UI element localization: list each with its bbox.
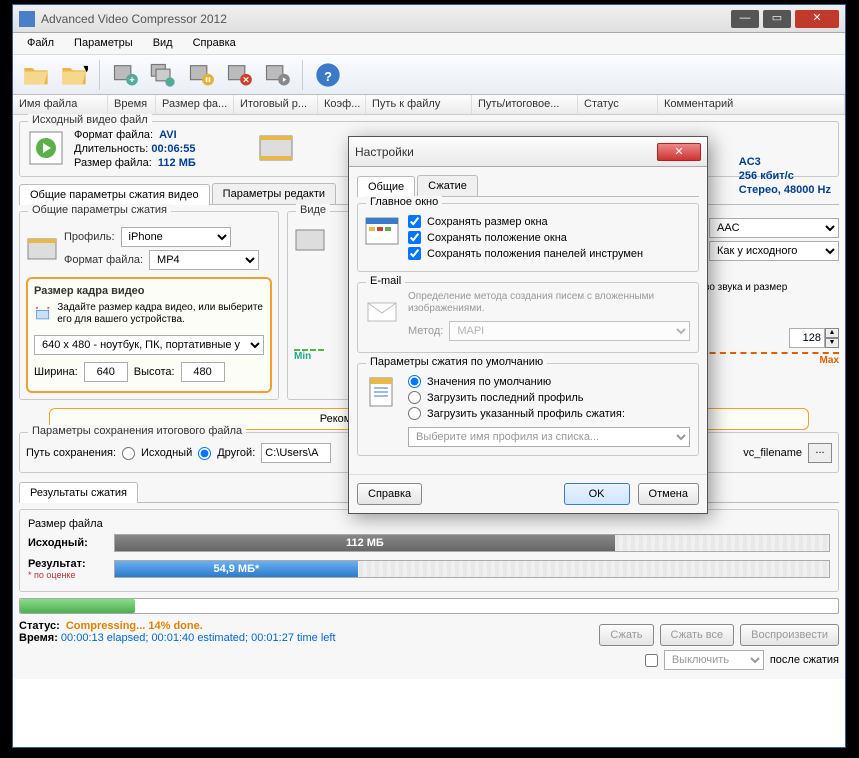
dialog-help-button[interactable]: Справка — [357, 483, 422, 505]
last-profile-radio[interactable] — [408, 391, 421, 404]
email-fieldset: E-mail Определение метода создания писем… — [357, 282, 699, 353]
column-headers: Имя файла Время Размер фа... Итоговый р.… — [13, 95, 845, 115]
frame-size-group: Размер кадра видео Задайте размер кадра … — [26, 277, 272, 393]
col-ratio[interactable]: Коэф... — [318, 95, 366, 114]
compress-button-tb[interactable] — [108, 58, 142, 92]
window-icon — [364, 214, 400, 250]
shutdown-select[interactable]: Выключить — [664, 650, 764, 670]
save-pos-checkbox[interactable] — [408, 231, 421, 244]
dialog-tab-compress[interactable]: Сжатие — [417, 175, 478, 196]
height-input[interactable] — [181, 362, 225, 382]
svg-text:▾: ▾ — [83, 61, 88, 76]
default-values-radio[interactable] — [408, 375, 421, 388]
audio-mode-select[interactable]: Как у исходного — [709, 241, 839, 261]
col-path[interactable]: Путь к файлу — [366, 95, 472, 114]
width-input[interactable] — [84, 362, 128, 382]
play-button-tb[interactable] — [260, 58, 294, 92]
help-button-tb[interactable]: ? — [311, 58, 345, 92]
menu-params[interactable]: Параметры — [64, 33, 143, 54]
maximize-button[interactable]: ▭ — [763, 10, 791, 28]
compress-button[interactable]: Сжать — [599, 624, 653, 646]
compress-all-button-tb[interactable] — [146, 58, 180, 92]
svg-text:?: ? — [324, 68, 332, 83]
specified-profile-radio[interactable] — [408, 407, 421, 420]
video-stream-icon — [256, 128, 296, 168]
profile-select[interactable]: iPhone — [121, 227, 231, 247]
shutdown-checkbox[interactable] — [645, 654, 658, 667]
source-duration: 00:06:55 — [151, 143, 195, 155]
stop-button-tb[interactable] — [222, 58, 256, 92]
menu-help[interactable]: Справка — [183, 33, 246, 54]
save-toolbars-checkbox[interactable] — [408, 247, 421, 260]
source-size: 112 МБ — [158, 157, 196, 169]
tab-compression[interactable]: Общие параметры сжатия видео — [19, 184, 210, 205]
save-path-input[interactable] — [261, 443, 331, 463]
compress-all-button[interactable]: Сжать все — [660, 624, 735, 646]
email-method-select: MAPI — [449, 321, 690, 341]
dialog-titlebar[interactable]: Настройки ✕ — [349, 137, 707, 167]
frame-preset-select[interactable]: 640 x 480 - ноутбук, ПК, портативные у — [34, 335, 264, 355]
col-size[interactable]: Размер фа... — [156, 95, 234, 114]
open-folder-button[interactable]: ▾ — [57, 58, 91, 92]
titlebar[interactable]: Advanced Video Compressor 2012 — ▭ ✕ — [13, 5, 845, 33]
play-button[interactable]: Воспроизвести — [740, 624, 839, 646]
status-text: Compressing... 14% done. — [66, 620, 203, 632]
save-size-checkbox[interactable] — [408, 215, 421, 228]
close-button[interactable]: ✕ — [795, 10, 839, 28]
col-outpath[interactable]: Путь/итоговое... — [472, 95, 578, 114]
menu-file[interactable]: Файл — [17, 33, 64, 54]
result-size-bar: 54,9 МБ* — [115, 561, 358, 577]
video-file-icon — [26, 128, 66, 168]
progress-bar — [19, 598, 839, 614]
open-file-button[interactable] — [19, 58, 53, 92]
menubar: Файл Параметры Вид Справка — [13, 33, 845, 55]
minimize-button[interactable]: — — [731, 10, 759, 28]
profile-name-select[interactable]: Выберите имя профиля из списка... — [408, 427, 690, 447]
toolbar: ▾ ? — [13, 55, 845, 95]
results-panel: Размер файла Исходный: 112 МБ Результат:… — [19, 509, 839, 592]
col-status[interactable]: Статус — [578, 95, 658, 114]
time-text: 00:00:13 elapsed; 00:01:40 estimated; 00… — [61, 632, 336, 644]
app-title: Advanced Video Compressor 2012 — [41, 12, 731, 26]
col-result[interactable]: Итоговый р... — [234, 95, 318, 114]
source-group-title: Исходный видео файл — [28, 114, 152, 126]
main-window-fieldset: Главное окно Сохранять размер окна Сохра… — [357, 203, 699, 272]
tab-editor[interactable]: Параметры редакти — [212, 183, 336, 204]
dialog-cancel-button[interactable]: Отмена — [638, 483, 699, 505]
browse-button[interactable]: ... — [808, 443, 832, 463]
email-icon — [364, 293, 400, 329]
tab-results[interactable]: Результаты сжатия — [19, 482, 138, 503]
col-time[interactable]: Время — [108, 95, 156, 114]
audio-info: AC3 256 кбит/с Стерео, 48000 Hz — [739, 155, 831, 197]
format-select[interactable]: MP4 — [149, 250, 259, 270]
dialog-ok-button[interactable]: OK — [564, 483, 630, 505]
save-other-radio[interactable]: Другой: — [198, 447, 255, 460]
profile-list-icon — [364, 374, 400, 410]
settings-dialog: Настройки ✕ Общие Сжатие Главное окно Со… — [348, 136, 708, 514]
profile-icon — [26, 233, 58, 265]
dialog-title: Настройки — [355, 145, 657, 159]
video-codec-icon — [294, 224, 326, 256]
col-filename[interactable]: Имя файла — [13, 95, 108, 114]
app-icon — [19, 11, 35, 27]
quality-spinner[interactable]: ▲▼ — [789, 328, 839, 348]
defaults-fieldset: Параметры сжатия по умолчанию Значения п… — [357, 363, 699, 456]
compression-group: Общие параметры сжатия Профиль: iPhone Ф… — [19, 211, 279, 400]
audio-codec-select[interactable]: AAC — [709, 218, 839, 238]
col-comment[interactable]: Комментарий — [658, 95, 845, 114]
save-source-radio[interactable]: Исходный — [122, 447, 192, 460]
source-size-bar: 112 МБ — [115, 535, 615, 551]
audio-group: AAC Как у исходного /с ество звука и раз… — [689, 211, 839, 406]
pause-button-tb[interactable] — [184, 58, 218, 92]
menu-view[interactable]: Вид — [143, 33, 183, 54]
source-format: AVI — [159, 129, 177, 141]
resize-icon — [34, 300, 51, 328]
dialog-tab-general[interactable]: Общие — [357, 176, 415, 197]
dialog-close-button[interactable]: ✕ — [657, 143, 701, 161]
